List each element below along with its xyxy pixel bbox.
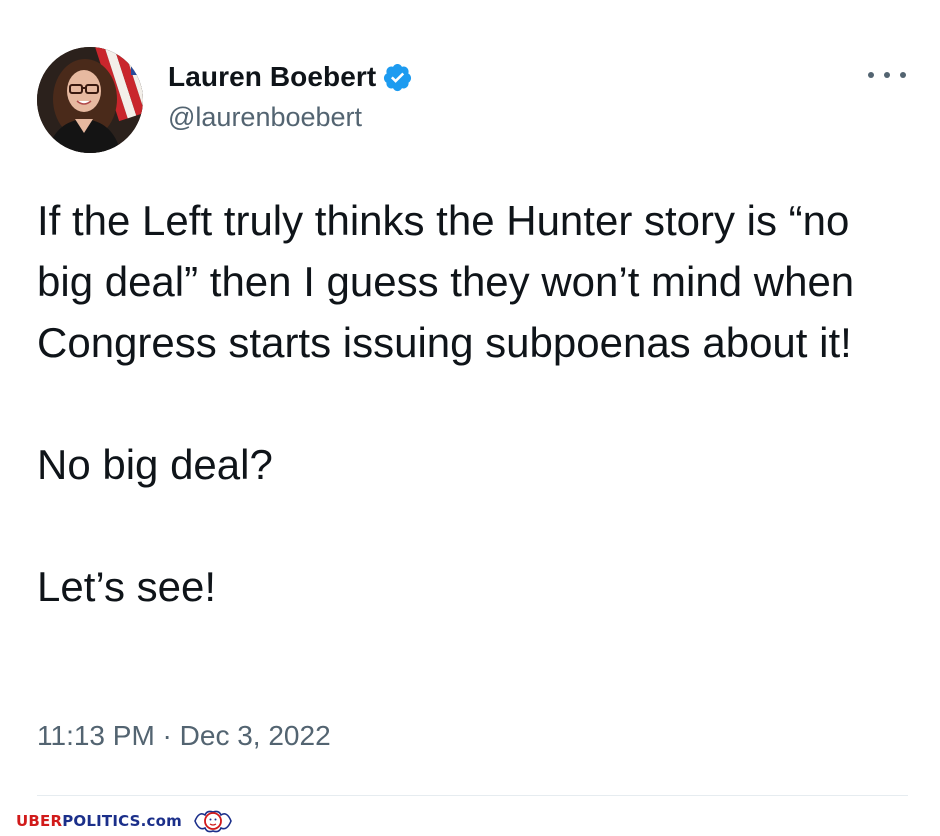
avatar[interactable] — [37, 47, 143, 153]
divider — [37, 795, 908, 796]
author-display-name[interactable]: Lauren Boebert — [168, 61, 376, 93]
watermark-text-red: UBER — [16, 812, 63, 830]
tweet-timestamp[interactable]: 11:13 PM · Dec 3, 2022 — [37, 720, 331, 752]
tweet-paragraph: Let’s see! — [37, 563, 217, 610]
watermark: UBER POLITICS.com — [16, 808, 235, 834]
verified-badge-icon — [384, 63, 412, 91]
author-name-row: Lauren Boebert — [168, 58, 413, 96]
dot — [884, 72, 890, 78]
more-options-icon[interactable] — [866, 64, 908, 86]
profile-photo-image — [37, 47, 143, 153]
watermark-text-blue: POLITICS.com — [62, 812, 182, 830]
author-handle[interactable]: @laurenboebert — [168, 102, 362, 133]
dot — [900, 72, 906, 78]
lion-crest-icon — [194, 810, 232, 833]
dot — [868, 72, 874, 78]
tweet-text: If the Left truly thinks the Hunter stor… — [37, 190, 917, 617]
tweet-paragraph: No big deal? — [37, 441, 273, 488]
tweet-paragraph: If the Left truly thinks the Hunter stor… — [37, 197, 855, 366]
